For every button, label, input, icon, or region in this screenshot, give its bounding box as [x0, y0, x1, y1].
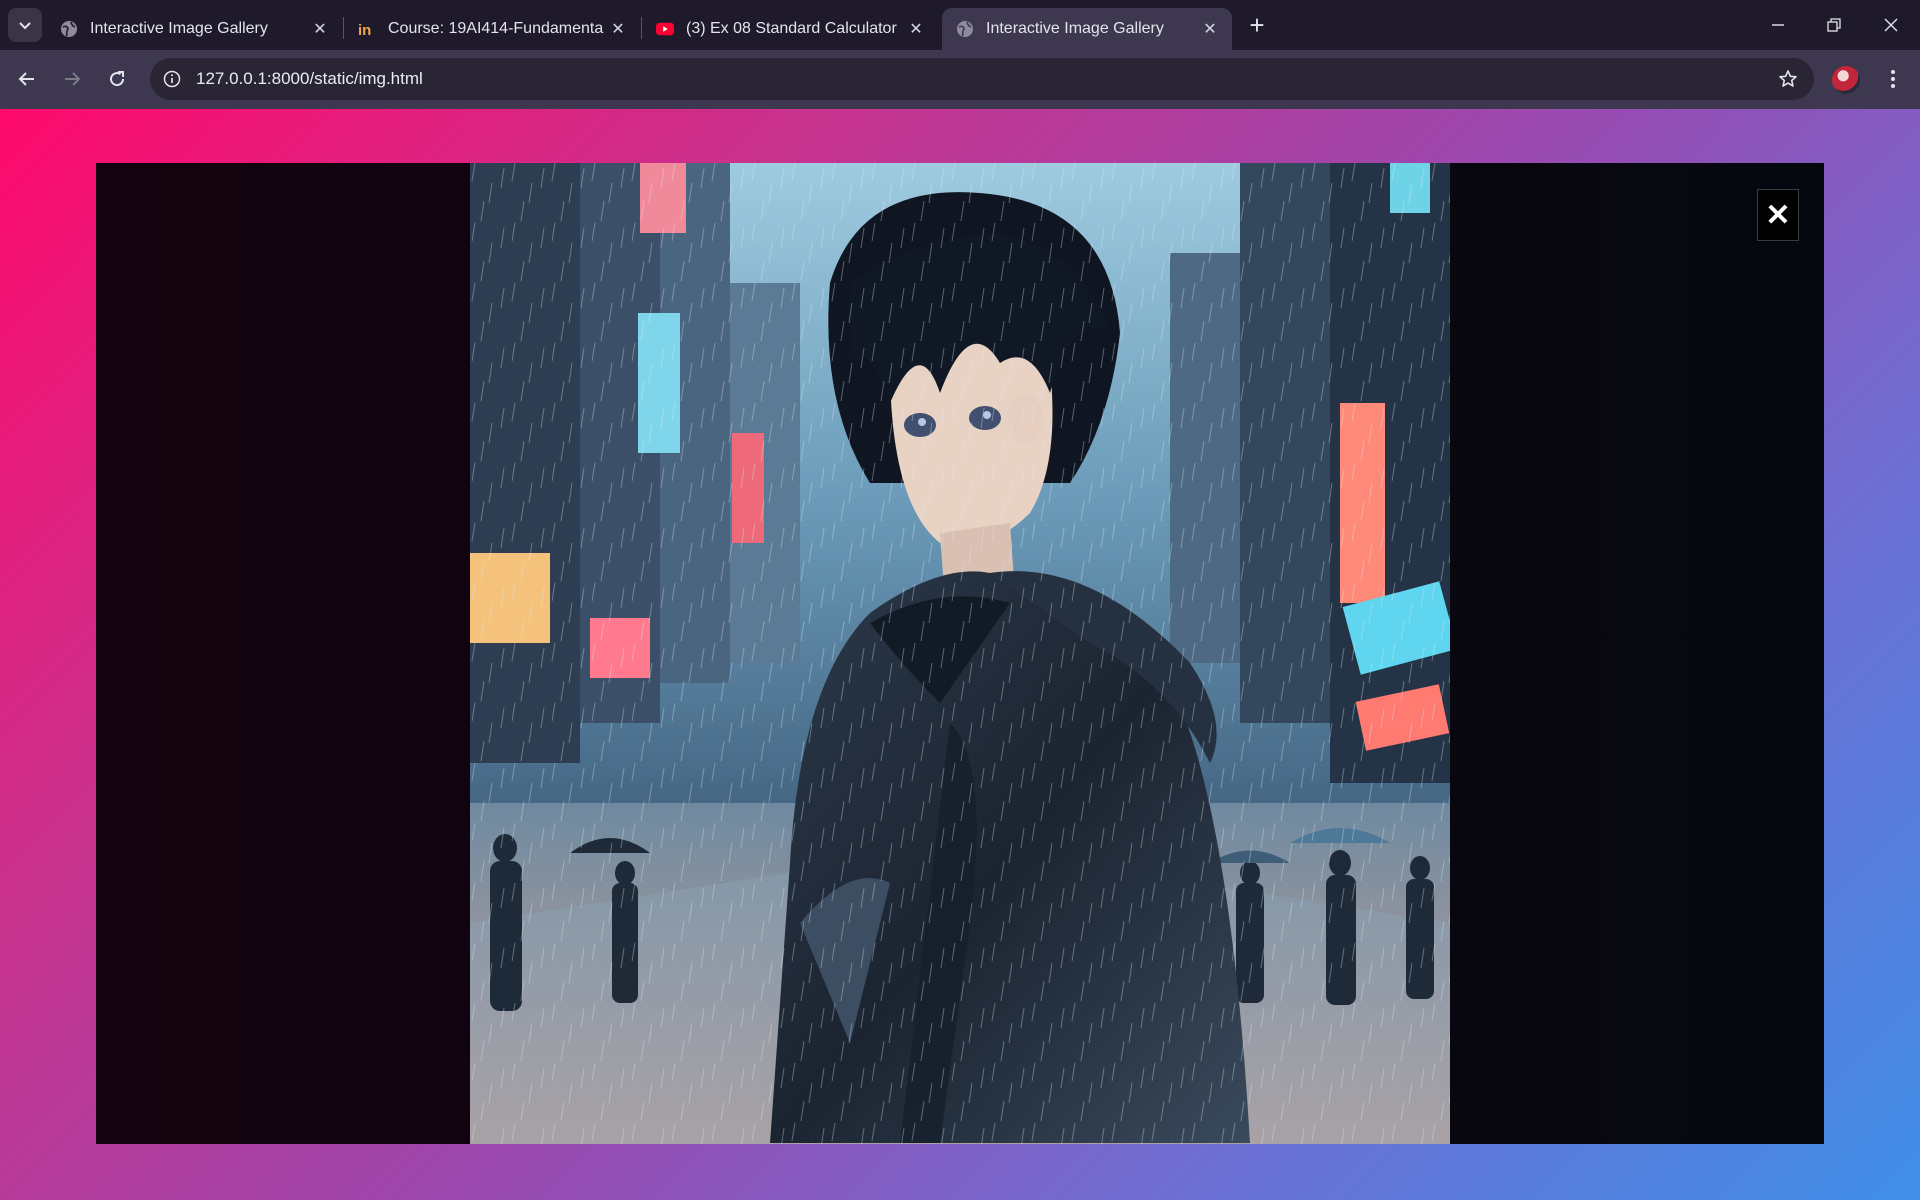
back-button[interactable]: [10, 62, 44, 96]
profile-avatar[interactable]: [1832, 66, 1860, 94]
arrow-left-icon: [18, 72, 34, 86]
tab-3[interactable]: (3) Ex 08 Standard Calculator De ✕: [642, 8, 938, 50]
site-info-icon[interactable]: [160, 67, 184, 91]
close-icon[interactable]: ✕: [604, 15, 632, 43]
globe-icon: [60, 20, 78, 38]
close-icon[interactable]: ✕: [306, 15, 334, 43]
browser-toolbar: 127.0.0.1:8000/static/img.html: [0, 50, 1920, 109]
chevron-down-icon: [19, 22, 31, 30]
tab-1[interactable]: Interactive Image Gallery ✕: [46, 8, 342, 50]
window-close-button[interactable]: [1862, 0, 1920, 50]
course-site-icon: in: [358, 20, 376, 38]
close-icon[interactable]: ✕: [1196, 15, 1224, 43]
tab-strip: Interactive Image Gallery ✕ in Course: 1…: [0, 0, 1920, 50]
bookmark-star-icon[interactable]: [1776, 67, 1800, 91]
globe-icon: [956, 20, 974, 38]
tab-title: Interactive Image Gallery: [986, 20, 1164, 37]
tab-4-active[interactable]: Interactive Image Gallery ✕: [942, 8, 1232, 50]
tab-title: Course: 19AI414-Fundamentals: [388, 20, 604, 37]
restore-icon: [1827, 18, 1841, 32]
youtube-icon: [656, 20, 674, 38]
more-menu-icon[interactable]: [1878, 62, 1908, 96]
tab-2[interactable]: in Course: 19AI414-Fundamentals ✕: [344, 8, 640, 50]
arrow-right-icon: [65, 72, 81, 86]
svg-text:in: in: [358, 22, 371, 38]
tab-title: Interactive Image Gallery: [90, 20, 268, 37]
reload-button[interactable]: [100, 62, 134, 96]
tab-search-button[interactable]: [8, 8, 42, 42]
minimize-icon: [1772, 24, 1784, 26]
close-lightbox-button[interactable]: ✕: [1757, 189, 1799, 241]
lightbox-modal: ✕: [96, 163, 1824, 1144]
forward-button[interactable]: [55, 62, 89, 96]
page-background: ✕: [0, 109, 1920, 1200]
anime-city-rain-illustration: [470, 163, 1450, 1144]
lightbox-image[interactable]: [470, 163, 1450, 1144]
address-bar[interactable]: 127.0.0.1:8000/static/img.html: [150, 58, 1814, 100]
close-icon: [1884, 18, 1898, 32]
reload-icon: [110, 71, 125, 87]
restore-button[interactable]: [1805, 0, 1863, 50]
new-tab-button[interactable]: +: [1242, 10, 1272, 40]
url-text: 127.0.0.1:8000/static/img.html: [196, 69, 423, 88]
tab-title: (3) Ex 08 Standard Calculator De: [686, 20, 902, 37]
close-icon[interactable]: ✕: [902, 15, 930, 43]
minimize-button[interactable]: [1749, 0, 1807, 50]
